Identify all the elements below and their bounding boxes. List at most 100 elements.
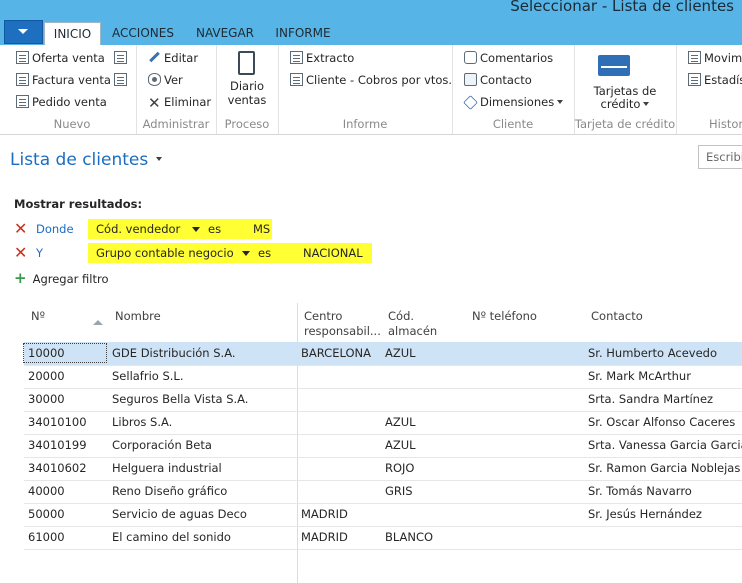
column-header-contacto[interactable]: Contacto [591,309,643,324]
tab-inicio[interactable]: INICIO [44,22,101,46]
page-title-text: Lista de clientes [10,150,149,170]
contacto-label: Contacto [480,73,532,87]
chevron-down-icon [156,157,163,161]
table-row[interactable]: 34010100 Libros S.A. AZUL Sr. Oscar Alfonso… [24,411,742,435]
factura-venta-label: Factura venta [32,73,111,87]
table-row[interactable]: 40000 Reno Diseño gráfico GRIS Sr. Tomás Na… [24,480,742,504]
close-icon: ✕ [148,94,161,112]
cell-almacen: GRIS [385,484,413,498]
table-row[interactable]: 34010602 Helguera industrial ROJO Sr. Ramon… [24,457,742,481]
editar-label: Editar [164,51,199,65]
cell-no: 40000 [28,484,65,498]
oferta-venta-button[interactable]: Oferta venta [16,49,105,67]
window-title: Seleccionar - Lista de clientes [510,0,734,15]
cell-contacto: Sr. Jesús Hernández [588,507,702,521]
group-informe: Extracto Cliente - Cobros por vtos. Info… [278,45,453,134]
group-nuevo: Oferta venta Factura venta Pedido venta … [8,45,137,134]
filter-field-select[interactable]: Grupo contable negocio [96,246,234,260]
tarjetas-line2: crédito [600,97,641,111]
eye-icon [148,73,161,86]
remove-filter-icon[interactable]: ✕ [14,220,27,238]
column-header-almacen[interactable]: Cód. almacén [388,309,437,339]
group-label-tarjeta: Tarjeta de crédito [574,117,676,131]
filter-value-input[interactable]: NACIONAL [303,246,363,260]
pedido-venta-button[interactable]: Pedido venta [16,93,107,111]
pencil-icon [148,51,161,64]
oferta-venta-label: Oferta venta [32,51,105,65]
comentarios-button[interactable]: Comentarios [464,49,553,67]
add-filter-button[interactable]: + Agregar filtro [14,269,109,287]
diario-ventas-line2: ventas [227,93,267,107]
table-row[interactable]: 10000 GDE Distribución S.A. BARCELONA AZUL S… [23,342,742,366]
filter-keyword-donde: Donde [36,222,74,236]
page-title[interactable]: Lista de clientes [10,150,163,170]
estadisticas-button[interactable]: Estadís [688,71,742,89]
cell-nombre: Helguera industrial [112,461,222,475]
extracto-label: Extracto [306,51,355,65]
report-icon [290,51,303,64]
add-filter-label: Agregar filtro [32,272,109,286]
chevron-down-icon[interactable] [242,251,250,256]
filter-value-input[interactable]: MS [253,222,270,236]
plus-icon: + [14,269,27,287]
table-row[interactable]: 30000 Seguros Bella Vista S.A. Srta. Sandr… [24,388,742,412]
new-item-small-button[interactable] [114,71,130,89]
cliente-cobros-button[interactable]: Cliente - Cobros por vtos. [290,71,452,89]
cell-centro: BARCELONA [301,346,371,360]
tab-acciones[interactable]: ACCIONES [104,22,182,45]
comment-icon [464,51,477,64]
table-row[interactable]: 34010199 Corporación Beta AZUL Srta. Vaness… [24,434,742,458]
diario-ventas-button[interactable]: Diario ventas [216,79,278,107]
report-icon [290,73,303,86]
cell-almacen: AZUL [385,415,416,429]
search-input[interactable]: Escribi [698,145,742,169]
dimensiones-button[interactable]: Dimensiones [464,93,564,111]
comentarios-label: Comentarios [480,51,554,65]
remove-filter-icon[interactable]: ✕ [14,244,27,262]
eliminar-button[interactable]: ✕ Eliminar [148,93,211,111]
cell-nombre: Corporación Beta [112,438,212,452]
chevron-down-icon[interactable] [192,227,200,232]
ver-button[interactable]: Ver [148,71,183,89]
tab-informe[interactable]: INFORME [268,22,338,45]
credit-card-icon [598,55,630,76]
group-label-administrar: Administrar [142,117,210,131]
new-star-icon [114,73,127,86]
editar-button[interactable]: Editar [148,49,198,67]
column-header-telefono[interactable]: Nº teléfono [472,309,537,324]
ledger-icon [688,51,701,64]
movimientos-button[interactable]: Movim [688,49,742,67]
column-header-centro[interactable]: Centro responsabil... [304,309,382,339]
cell-contacto: Sr. Ramon Garcia Noblejas [588,461,741,475]
filter-heading: Mostrar resultados: [14,197,143,211]
application-menu-button[interactable] [4,20,43,44]
tarjetas-credito-button[interactable]: Tarjetas de crédito [574,85,676,111]
filter-row-1: ✕ Donde Cód. vendedor es MS [14,219,374,240]
filter-operator: es [208,222,222,236]
sort-ascending-icon [93,320,103,325]
group-label-cliente: Cliente [492,117,534,131]
centro-header-line2: responsabil... [304,324,381,338]
table-row[interactable]: 50000 Servicio de aguas Deco MADRID Sr. Jes… [24,503,742,527]
filter-field-select[interactable]: Cód. vendedor [96,222,180,236]
cell-nombre: Servicio de aguas Deco [112,507,247,521]
cell-centro: MADRID [301,507,348,521]
cell-contacto: Sr. Oscar Alfonso Caceres [588,415,736,429]
column-header-nombre[interactable]: Nombre [115,309,161,324]
new-document-small-button[interactable] [114,49,130,67]
table-row[interactable]: 20000 Sellafrio S.L. Sr. Mark McArthur [24,365,742,389]
column-header-no[interactable]: Nº [31,309,45,324]
extracto-button[interactable]: Extracto [290,49,354,67]
tab-navegar[interactable]: NAVEGAR [186,22,264,45]
cell-centro: MADRID [301,530,348,544]
factura-venta-button[interactable]: Factura venta [16,71,111,89]
filter-keyword-y: Y [36,246,44,260]
cell-no: 10000 [23,343,107,363]
statistics-icon [688,73,701,86]
dimensions-icon [464,95,477,108]
table-row[interactable]: 61000 El camino del sonido MADRID BLANCO [24,526,742,550]
group-label-proceso: Proceso [224,117,270,131]
contacto-button[interactable]: Contacto [464,71,532,89]
dimensiones-label: Dimensiones [480,95,555,109]
chevron-down-icon [557,100,564,104]
